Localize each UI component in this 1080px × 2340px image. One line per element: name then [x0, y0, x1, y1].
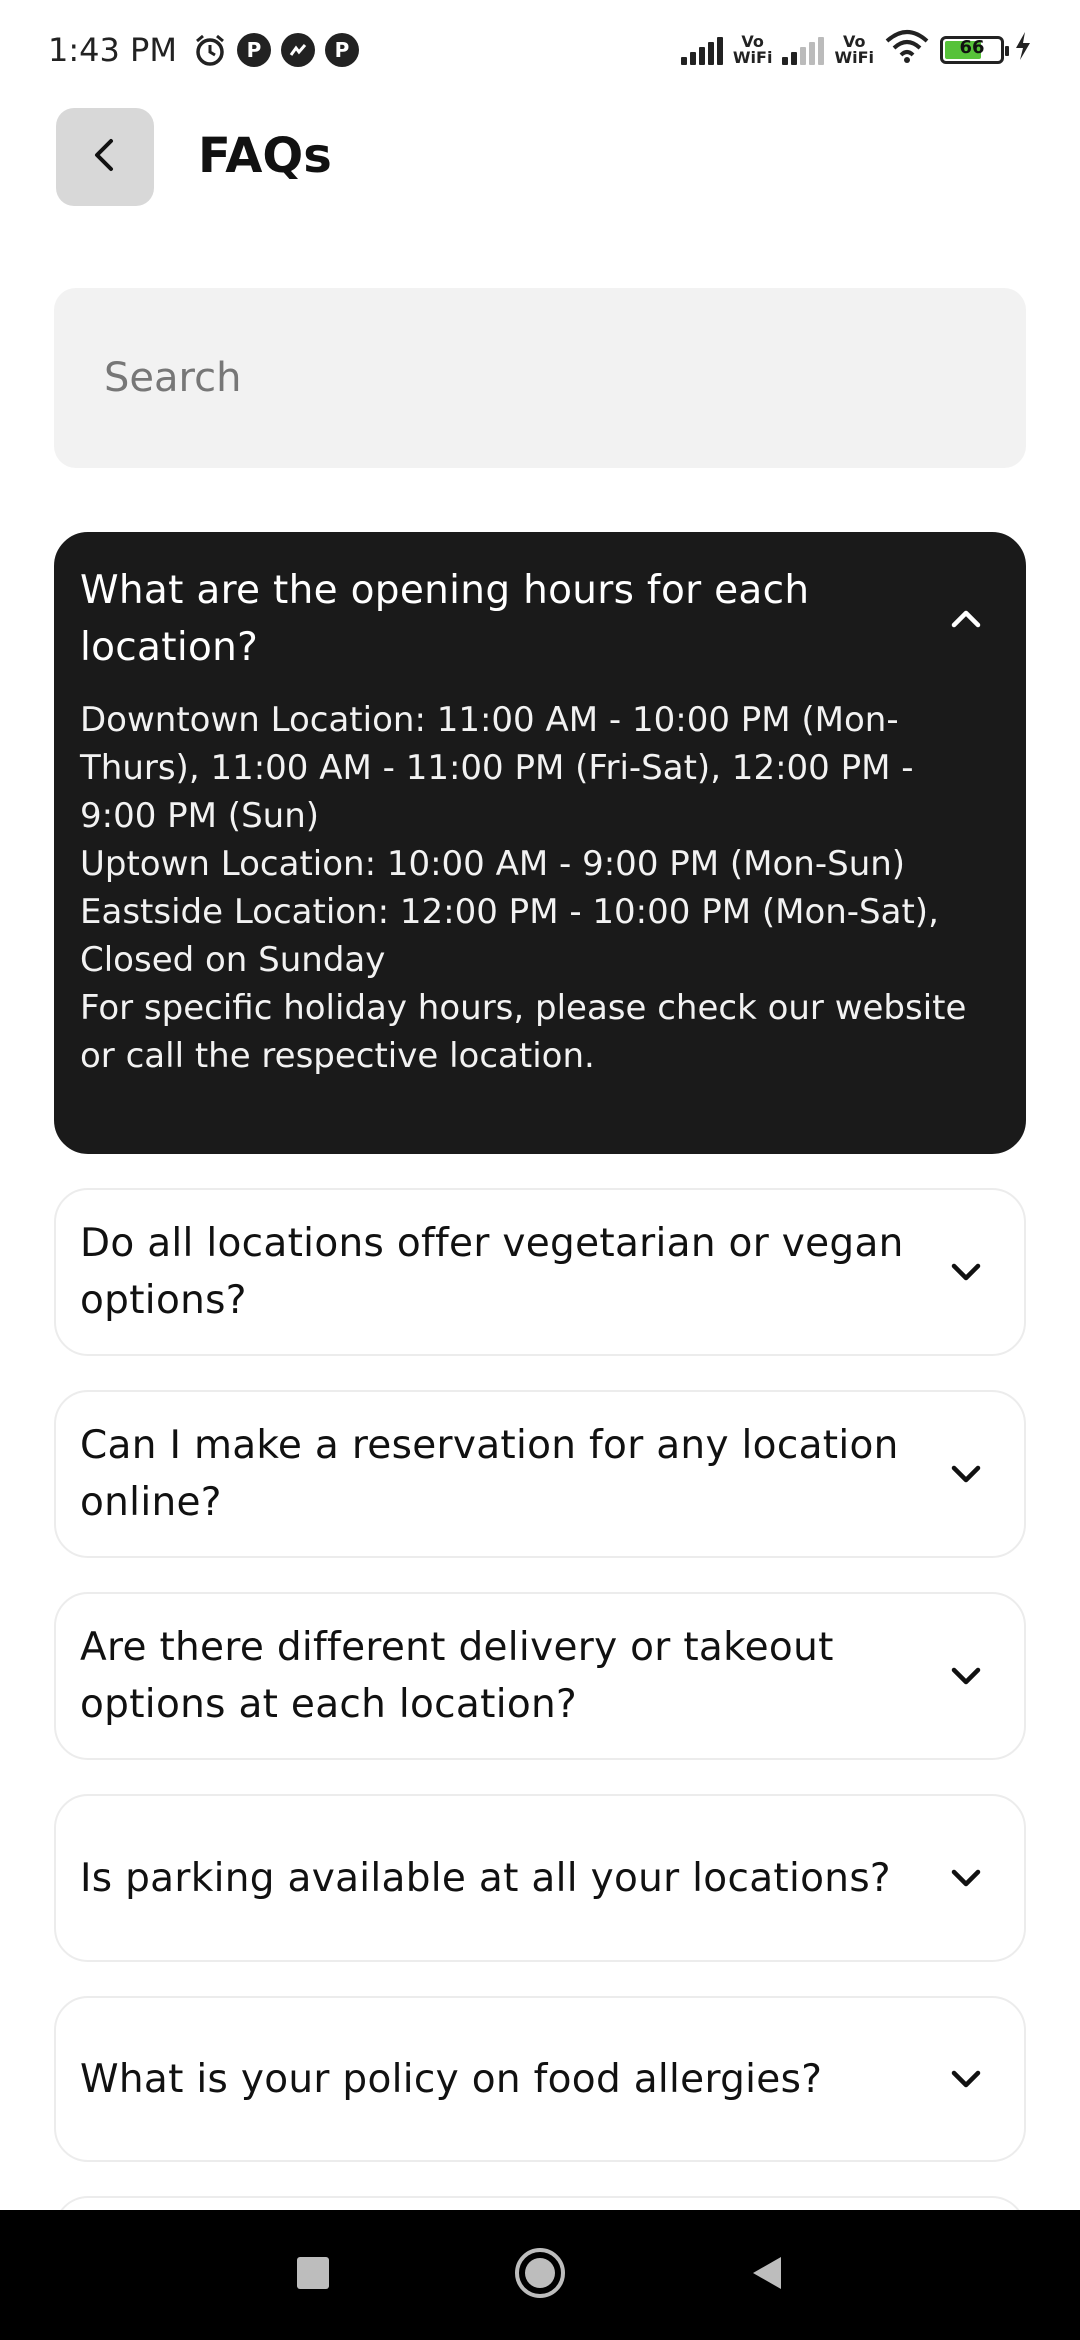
faq-question: Are there different delivery or takeout … — [80, 1625, 834, 1727]
status-right: Vo WiFi Vo WiFi 66 — [680, 29, 1032, 71]
triangle-back-icon — [747, 2253, 787, 2297]
search-input[interactable] — [102, 354, 978, 402]
answer-line-holiday: For specific holiday hours, please check… — [80, 988, 967, 1076]
faq-item-parking[interactable]: Is parking available at all your locatio… — [54, 1794, 1026, 1962]
wifi-icon — [884, 29, 930, 71]
search-box[interactable] — [54, 288, 1026, 468]
chevron-down-icon[interactable] — [944, 1654, 988, 1698]
chevron-down-icon[interactable] — [944, 1856, 988, 1900]
page-title: FAQs — [198, 128, 332, 184]
faq-header[interactable]: Do all locations offer vegetarian or veg… — [56, 1190, 1024, 1354]
battery-icon: 66 — [940, 36, 1009, 64]
back-button[interactable] — [56, 108, 154, 206]
recents-button[interactable] — [273, 2235, 353, 2315]
faq-header[interactable]: Are there different delivery or takeout … — [56, 1594, 1024, 1758]
faq-header[interactable]: Is parking available at all your locatio… — [56, 1796, 1024, 1960]
header: FAQs — [0, 100, 1080, 220]
faq-item-delivery[interactable]: Are there different delivery or takeout … — [54, 1592, 1026, 1760]
back-nav-button[interactable] — [727, 2235, 807, 2315]
alarm-clock-icon — [193, 33, 227, 67]
system-nav-bar — [0, 2210, 1080, 2340]
charging-icon — [1014, 31, 1032, 69]
chevron-down-icon[interactable] — [944, 2057, 988, 2101]
faq-question: What is your policy on food allergies? — [80, 2056, 823, 2102]
vowifi-icon: Vo WiFi — [733, 34, 773, 66]
faq-question: What are the opening hours for each loca… — [80, 568, 810, 670]
status-bar: 1:43 PM P P Vo WiFi Vo WiFi 66 — [0, 0, 1080, 100]
notification-app-icon-2: P — [324, 33, 359, 67]
chevron-down-icon[interactable] — [944, 1250, 988, 1294]
faq-list: What are the opening hours for each loca… — [54, 532, 1026, 2256]
notification-messenger-icon — [280, 33, 315, 67]
chevron-down-icon[interactable] — [944, 1452, 988, 1496]
faq-item-allergies[interactable]: What is your policy on food allergies? — [54, 1996, 1026, 2162]
cell-signal-icon — [680, 35, 723, 65]
answer-line-downtown: Downtown Location: 11:00 AM - 10:00 PM (… — [80, 700, 914, 836]
vowifi-2-icon: Vo WiFi — [834, 34, 874, 66]
faq-item-reservation[interactable]: Can I make a reservation for any locatio… — [54, 1390, 1026, 1558]
vowifi-bottom: WiFi — [732, 48, 773, 67]
faq-header[interactable]: Can I make a reservation for any locatio… — [56, 1392, 1024, 1556]
faq-answer: Downtown Location: 11:00 AM - 10:00 PM (… — [56, 676, 1024, 1152]
cell-signal-2-icon — [782, 35, 825, 65]
faq-item-opening-hours[interactable]: What are the opening hours for each loca… — [54, 532, 1026, 1154]
status-time: 1:43 PM — [48, 31, 177, 69]
answer-line-eastside: Eastside Location: 12:00 PM - 10:00 PM (… — [80, 892, 939, 980]
faq-item-vegetarian[interactable]: Do all locations offer vegetarian or veg… — [54, 1188, 1026, 1356]
circle-icon — [513, 2246, 567, 2304]
faq-header[interactable]: What is your policy on food allergies? — [56, 1998, 1024, 2160]
notification-app-icon: P — [236, 33, 271, 67]
chevron-left-icon — [85, 135, 125, 179]
vowifi-2-bottom: WiFi — [834, 48, 874, 67]
faq-header[interactable]: What are the opening hours for each loca… — [56, 534, 1024, 676]
faq-question: Can I make a reservation for any locatio… — [80, 1423, 899, 1525]
answer-line-uptown: Uptown Location: 10:00 AM - 9:00 PM (Mon… — [80, 844, 906, 884]
status-left: 1:43 PM P P — [48, 31, 359, 69]
faq-question: Is parking available at all your locatio… — [80, 1855, 891, 1901]
battery-percent: 66 — [959, 37, 985, 58]
battery-tip — [1005, 46, 1009, 56]
square-icon — [295, 2255, 331, 2295]
faq-question: Do all locations offer vegetarian or veg… — [80, 1221, 904, 1323]
home-button[interactable] — [500, 2235, 580, 2315]
chevron-up-icon[interactable] — [944, 597, 988, 641]
